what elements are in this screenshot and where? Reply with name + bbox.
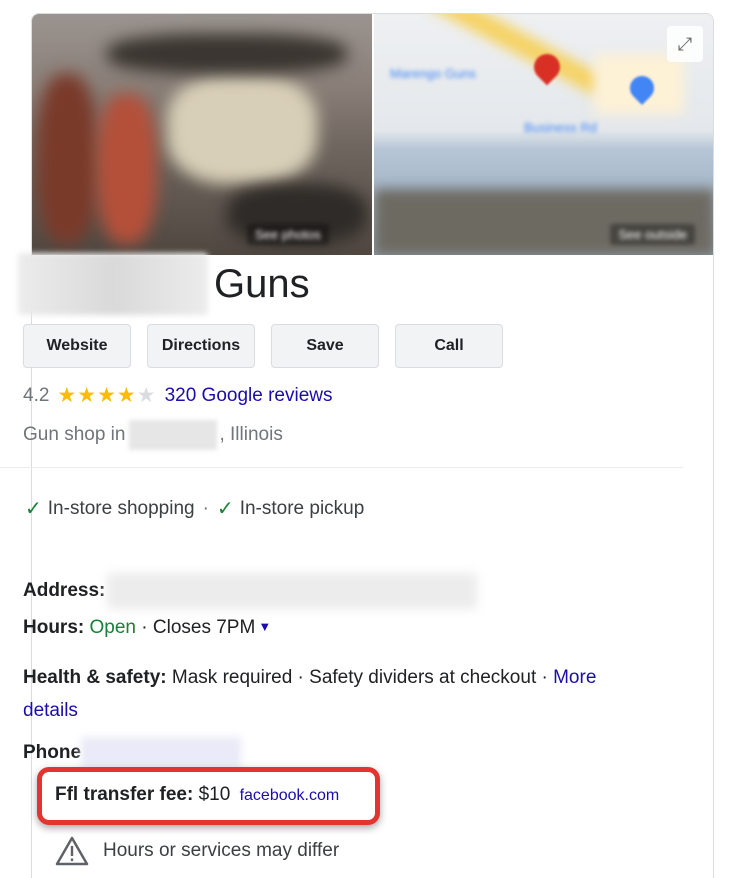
feature-separator: · (202, 497, 209, 519)
phone-row: Phone (23, 737, 242, 769)
features-row: ✓ In-store shopping · ✓ In-store pickup (25, 496, 364, 521)
title-suffix: Guns (214, 261, 310, 306)
action-buttons: Website Directions Save Call (23, 324, 503, 368)
health-text: Mask required · Safety dividers at check… (171, 667, 548, 688)
check-icon: ✓ (216, 498, 234, 520)
caret-down-icon[interactable]: ▼ (258, 619, 271, 634)
reviews-link[interactable]: 320 Google reviews (165, 385, 333, 407)
feature-in-store-shopping: In-store shopping (47, 497, 195, 519)
business-title: Guns (18, 253, 310, 315)
category-row: Gun shop in , Illinois (23, 420, 283, 450)
check-icon: ✓ (25, 498, 42, 520)
ffl-label: Ffl transfer fee: (55, 784, 194, 805)
photo-strip: See photos Marengo Guns Business Rd See … (32, 14, 713, 255)
address-row: Address: (23, 573, 478, 609)
divider (0, 467, 683, 468)
ffl-fee-row: Ffl transfer fee: $10 facebook.com (55, 784, 339, 806)
map-thumbnail[interactable]: Marengo Guns Business Rd See outside ⤢ (374, 14, 713, 255)
feature-in-store-pickup: In-store pickup (239, 497, 365, 519)
redacted-phone[interactable] (81, 737, 242, 769)
redacted-city (129, 420, 218, 450)
category-state: , Illinois (219, 424, 283, 445)
rating-value: 4.2 (23, 384, 50, 406)
phone-label: Phone (23, 742, 82, 764)
star-rating-icon: ★★★★★ (57, 384, 157, 407)
store-photo[interactable]: See photos (32, 14, 372, 255)
hours-label: Hours: (23, 617, 85, 638)
ffl-source-link[interactable]: facebook.com (240, 787, 340, 804)
expand-icon[interactable]: ⤢ (667, 26, 703, 62)
warning-text: Hours or services may differ (103, 840, 340, 861)
hours-close[interactable]: · Closes 7PM (141, 617, 255, 638)
health-safety-row: Health & safety: Mask required · Safety … (23, 661, 673, 727)
save-button[interactable]: Save (271, 324, 379, 368)
redacted-name (18, 253, 208, 315)
health-label: Health & safety: (23, 667, 167, 688)
category-prefix: Gun shop in (23, 424, 126, 445)
call-button[interactable]: Call (395, 324, 503, 368)
website-button[interactable]: Website (23, 324, 131, 368)
hours-row: Hours: Open · Closes 7PM ▼ (23, 617, 271, 639)
hours-status: Open (89, 617, 136, 638)
warning-triangle-icon (55, 836, 89, 866)
redacted-address (107, 573, 478, 609)
ffl-value: $10 (198, 784, 231, 805)
address-label: Address: (23, 580, 106, 602)
warning-row: Hours or services may differ (55, 836, 339, 866)
directions-button[interactable]: Directions (147, 324, 255, 368)
rating-row: 4.2 ★★★★★ 320 Google reviews (23, 383, 333, 408)
